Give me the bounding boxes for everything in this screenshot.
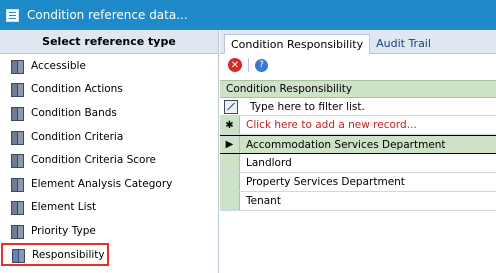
reference-item-label: Condition Bands [31, 106, 117, 119]
reference-item-label: Accessible [31, 59, 86, 72]
details-panel: Condition Responsibility Audit Trail ✕ ?… [220, 30, 496, 273]
responsibility-grid: Condition Responsibility Type here to fi… [220, 80, 496, 211]
responsibility-icon [11, 248, 25, 263]
table-cell: Tenant [246, 195, 281, 207]
tab-condition-responsibility[interactable]: Condition Responsibility [224, 34, 371, 54]
table-cell: Landlord [246, 157, 292, 169]
window-icon [6, 8, 19, 22]
filter-placeholder: Type here to filter list. [250, 100, 365, 113]
reference-item-label: Element List [31, 201, 97, 214]
table-row[interactable]: Tenant [220, 192, 496, 211]
reference-item-label: Condition Actions [31, 83, 123, 96]
reference-item-label: Condition Criteria Score [31, 154, 157, 167]
reference-type-header: Select reference type [0, 30, 218, 54]
books-icon [10, 106, 24, 121]
reference-type-list: Accessible Condition Actions Condition B… [0, 54, 218, 267]
grid-toolbar: ✕ ? [220, 54, 496, 76]
table-cell: Property Services Department [246, 176, 405, 188]
reference-item-element-list[interactable]: Element List [0, 196, 218, 220]
reference-item-label: Condition Criteria [31, 130, 124, 143]
help-icon[interactable]: ? [255, 58, 268, 72]
window-titlebar: Condition reference data... [0, 0, 496, 30]
books-icon [10, 153, 24, 169]
reference-item-condition-actions[interactable]: Condition Actions [0, 78, 218, 102]
reference-item-condition-bands[interactable]: Condition Bands [0, 101, 218, 125]
filter-icon [224, 99, 238, 114]
reference-item-condition-criteria[interactable]: Condition Criteria [0, 125, 218, 149]
window-title: Condition reference data... [27, 8, 188, 22]
reference-item-label: Responsibility [32, 248, 105, 261]
reference-item-priority-type[interactable]: Priority Type [0, 219, 218, 243]
add-new-record-text: Click here to add a new record... [246, 119, 417, 131]
grid-column-header[interactable]: Condition Responsibility [220, 80, 496, 98]
row-selector [220, 192, 240, 210]
table-row[interactable]: ▶ Accommodation Services Department [220, 135, 496, 154]
reference-item-accessible[interactable]: Accessible [0, 54, 218, 78]
books-icon [10, 82, 24, 98]
table-row[interactable]: Landlord [220, 154, 496, 173]
reference-item-condition-criteria-score[interactable]: Condition Criteria Score [0, 148, 218, 172]
reference-type-panel: Select reference type Accessible Conditi… [0, 30, 219, 273]
tab-bar: Condition Responsibility Audit Trail [220, 30, 496, 54]
books-icon [10, 130, 24, 145]
reference-item-element-analysis-category[interactable]: Element Analysis Category [0, 172, 218, 196]
row-selector [220, 173, 240, 191]
asterisk-icon: ✱ [220, 116, 240, 134]
grid-filter-row[interactable]: Type here to filter list. [220, 98, 496, 116]
delete-icon[interactable]: ✕ [228, 58, 242, 72]
tab-audit-trail[interactable]: Audit Trail [370, 33, 437, 53]
books-icon [10, 200, 24, 216]
books-icon [10, 224, 24, 239]
row-selector [220, 154, 240, 172]
table-row[interactable]: Property Services Department [220, 173, 496, 192]
add-new-record-row[interactable]: ✱ Click here to add a new record... [220, 116, 496, 135]
row-pointer-icon: ▶ [220, 136, 240, 153]
table-cell: Accommodation Services Department [240, 136, 496, 153]
toolbar-separator [248, 58, 249, 72]
books-icon [10, 177, 24, 192]
reference-item-responsibility[interactable]: Responsibility [1, 242, 109, 267]
books-icon [10, 59, 24, 74]
reference-item-label: Element Analysis Category [31, 177, 173, 190]
reference-item-label: Priority Type [31, 224, 96, 237]
